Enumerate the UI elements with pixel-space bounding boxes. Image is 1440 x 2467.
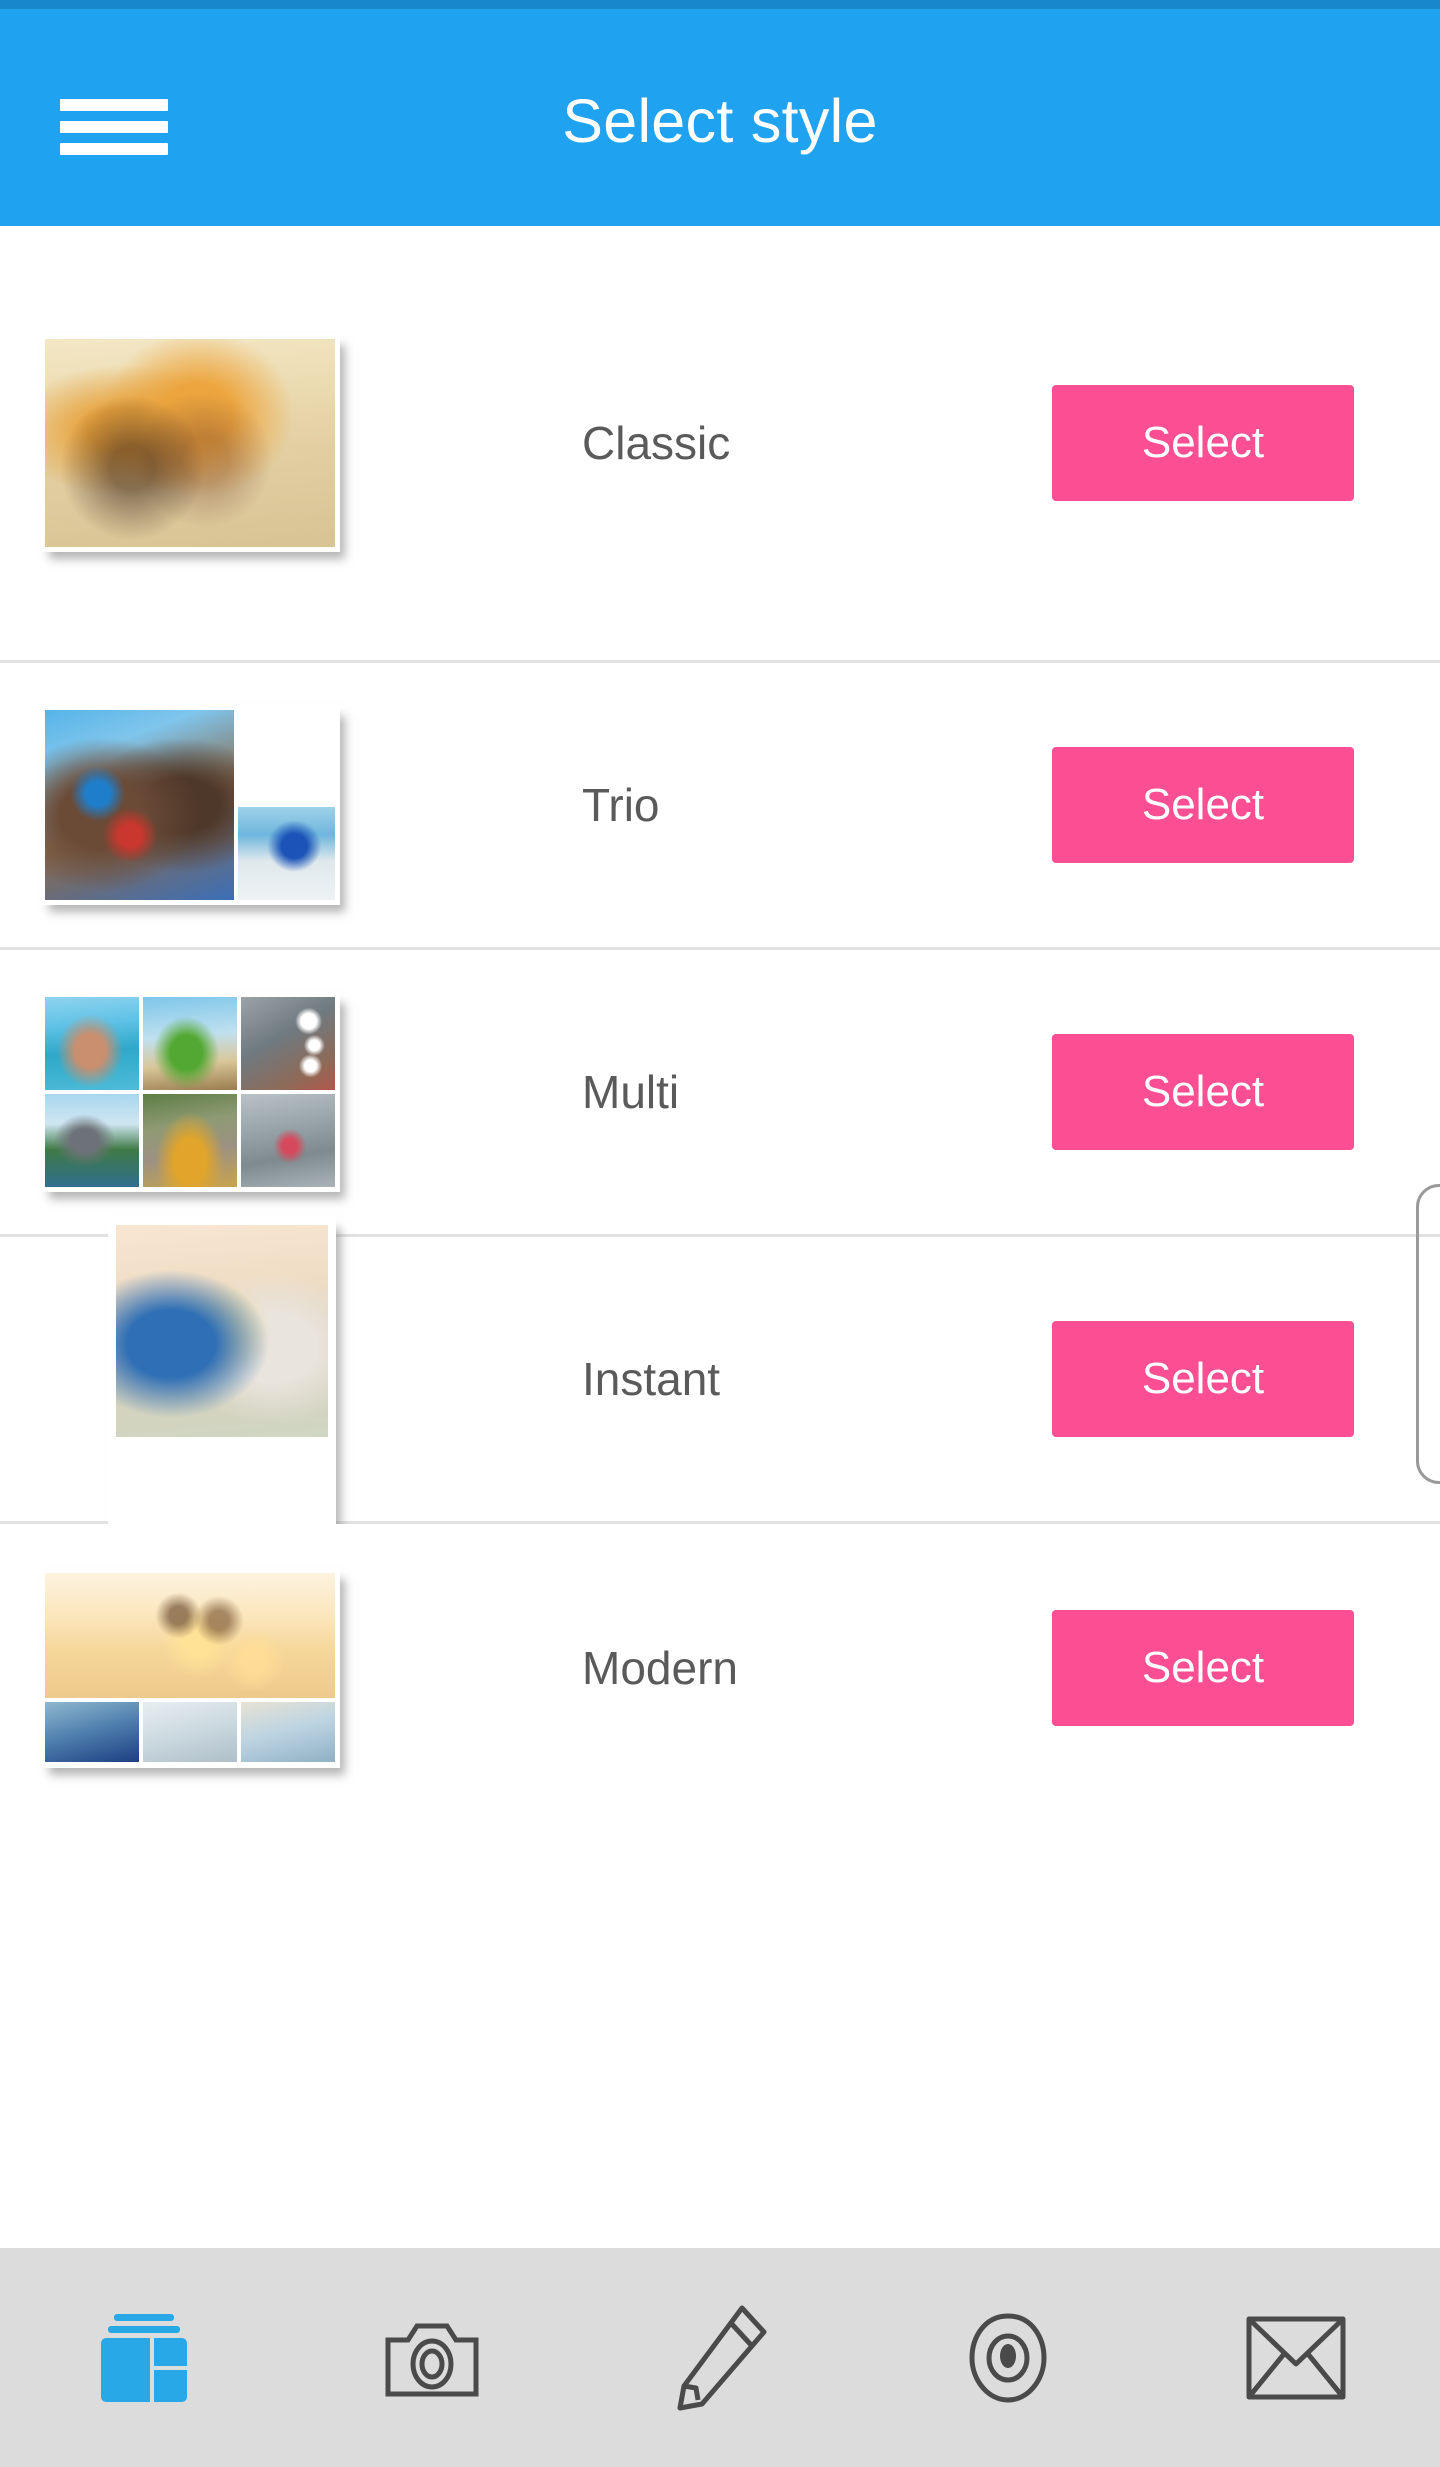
list-item: Trio Select: [0, 663, 1440, 950]
toolbar-item-collage[interactable]: [0, 2248, 288, 2467]
style-thumbnail-instant[interactable]: [0, 1216, 560, 1542]
list-item: Classic Select: [0, 226, 1440, 663]
select-button[interactable]: Select: [1052, 1034, 1354, 1150]
style-list[interactable]: Classic Select Trio Select Multi Select …: [0, 226, 1440, 2248]
page-title: Select style: [562, 87, 878, 155]
camera-icon: [385, 2323, 479, 2396]
list-item: Multi Select: [0, 950, 1440, 1237]
toolbar-item-edit[interactable]: [576, 2248, 864, 2467]
select-button[interactable]: Select: [1052, 747, 1354, 863]
photo-tile: [45, 1572, 335, 1699]
photo-tile: [143, 1702, 237, 1763]
select-button[interactable]: Select: [1052, 1321, 1354, 1437]
photo-tile: [143, 1094, 237, 1187]
style-name-label: Multi: [582, 1066, 680, 1118]
photo-tile: [241, 997, 335, 1090]
style-thumbnail-modern[interactable]: [0, 1567, 560, 1768]
photo-tile: [45, 997, 139, 1090]
collage-layout-icon: [101, 2313, 187, 2402]
toolbar-item-camera[interactable]: [288, 2248, 576, 2467]
envelope-icon: [1246, 2316, 1346, 2399]
style-thumbnail-multi[interactable]: [0, 992, 560, 1192]
app-header-bar: Select style: [0, 9, 1440, 226]
eye-icon: [969, 2312, 1047, 2403]
bottom-toolbar: [0, 2248, 1440, 2467]
style-thumbnail-trio[interactable]: [0, 705, 560, 905]
app-root: Select style Classic Select Trio Select …: [0, 0, 1440, 2467]
photo-tile: [45, 1702, 139, 1763]
photo-tile: [45, 339, 335, 547]
photo-tile: [238, 710, 335, 803]
photo-tile: [238, 807, 335, 900]
style-name-label: Classic: [582, 417, 731, 469]
select-button[interactable]: Select: [1052, 1609, 1354, 1726]
photo-tile: [143, 997, 237, 1090]
select-button[interactable]: Select: [1052, 385, 1354, 501]
photo-collage: [45, 710, 335, 900]
style-name-label: Trio: [582, 779, 660, 831]
style-thumbnail-classic[interactable]: [0, 334, 560, 552]
list-item: Instant Select: [0, 1216, 1440, 1542]
photo-tile: [45, 710, 235, 900]
toolbar-item-share[interactable]: [1152, 2248, 1440, 2467]
photo-collage: [45, 1572, 335, 1763]
photo-tile: [116, 1224, 328, 1437]
list-item: Modern Select: [0, 1524, 1440, 1811]
photo-tile: [241, 1094, 335, 1187]
polaroid-caption-area: [116, 1436, 328, 1534]
style-name-label: Modern: [582, 1641, 738, 1694]
toolbar-item-preview[interactable]: [864, 2248, 1152, 2467]
pencil-icon: [677, 2305, 767, 2410]
status-bar: [0, 0, 1440, 9]
photo-collage: [45, 997, 335, 1187]
style-name-label: Instant: [582, 1353, 721, 1405]
scrollbar[interactable]: [1416, 1184, 1440, 1484]
photo-tile: [241, 1702, 335, 1763]
photo-tile: [45, 1094, 139, 1187]
